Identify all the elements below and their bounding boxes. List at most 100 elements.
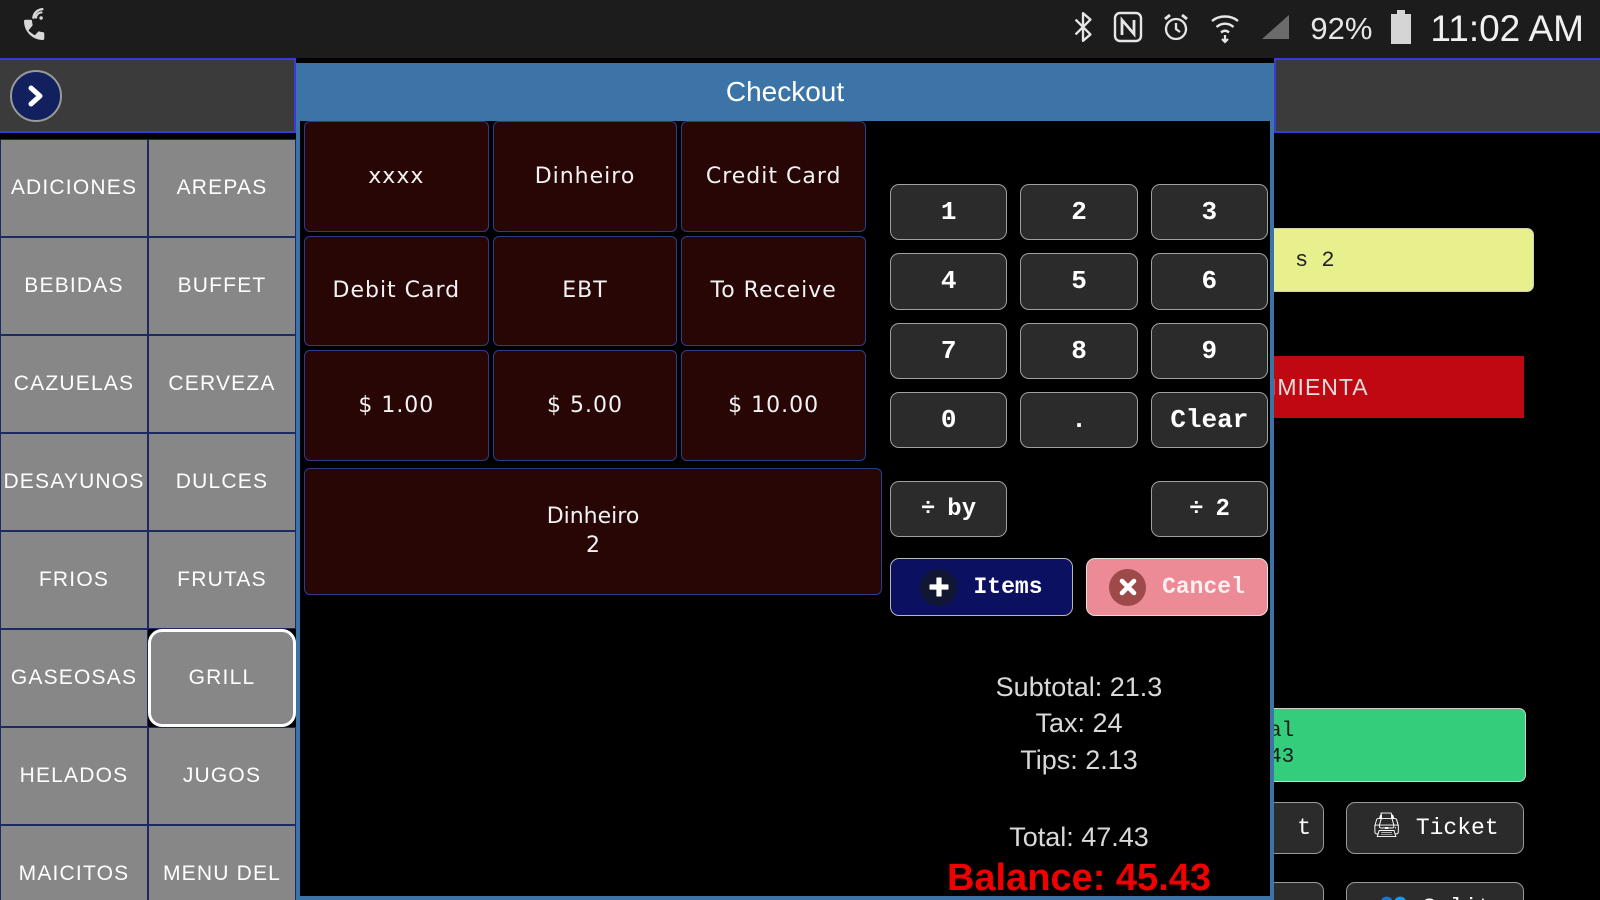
payment-button-ebt[interactable]: EBT [492, 235, 678, 347]
category-label: DULCES [175, 470, 269, 493]
key-1[interactable]: 1 [890, 184, 1008, 241]
category-label: FRUTAS [177, 568, 267, 591]
printer-icon: 🖨 [1371, 814, 1402, 841]
checkout-dialog-title: Checkout [300, 63, 1270, 121]
category-label: ADICIONES [10, 176, 138, 199]
payment-button-xxxx[interactable]: xxxx [304, 121, 489, 232]
divide-row: ÷ by ÷ 2 [890, 481, 1268, 537]
key-5[interactable]: 5 [1020, 253, 1138, 310]
payment-button-debit-card[interactable]: Debit Card [304, 235, 489, 347]
category-button-arepas[interactable]: AREPAS [148, 139, 296, 237]
key-label: 6 [1201, 266, 1218, 297]
payment-button-label: Credit Card [705, 163, 842, 189]
category-label: CERVEZA [168, 372, 276, 395]
order-line-highlight-red[interactable]: IMIENTA [1266, 356, 1524, 418]
category-panel-toolbar [0, 58, 296, 133]
category-label: DESAYUNOS [3, 470, 145, 493]
key-label: 7 [940, 335, 957, 366]
next-page-button[interactable] [10, 69, 62, 122]
key-clear[interactable]: Clear [1150, 391, 1268, 448]
divide-icon: ÷ [1189, 495, 1204, 523]
order-panel-toolbar [1274, 58, 1600, 133]
payment-button-label: $ 5.00 [547, 393, 623, 419]
divide-by-label: by [947, 495, 977, 523]
tips-label: Tips: 2.13 [1020, 744, 1138, 775]
battery-percent-label: 92% [1310, 11, 1373, 46]
payment-button-to-receive[interactable]: To Receive [681, 235, 866, 347]
subtotal-label: Subtotal: 21.3 [995, 672, 1163, 702]
category-button-helados[interactable]: HELADOS [0, 727, 148, 825]
order-total-highlight-green[interactable]: al 43 [1266, 708, 1526, 782]
category-button-grill[interactable]: GRILL [148, 629, 296, 727]
category-button-desayunos[interactable]: DESAYUNOS [0, 433, 148, 531]
items-button[interactable]: Items [890, 558, 1073, 616]
payment-button-10-dollar[interactable]: $ 10.00 [681, 350, 866, 461]
numeric-keypad: 1 2 3 4 5 6 7 8 9 0 . Clear [890, 184, 1268, 448]
key-2[interactable]: 2 [1020, 184, 1138, 241]
category-button-frutas[interactable]: FRUTAS [148, 531, 296, 629]
category-button-adiciones[interactable]: ADICIONES [0, 139, 148, 237]
payment-button-credit-card[interactable]: Credit Card [681, 121, 866, 232]
category-label: MAICITOS [18, 862, 130, 885]
key-6[interactable]: 6 [1150, 253, 1268, 310]
ticket-button[interactable]: 🖨 Ticket [1346, 802, 1524, 854]
divide-by-button[interactable]: ÷ by [890, 481, 1007, 537]
key-7[interactable]: 7 [890, 322, 1008, 379]
cancel-button[interactable]: Cancel [1086, 558, 1268, 616]
applied-payment-label: Dinheiro [546, 503, 640, 529]
payment-button-label: To Receive [710, 278, 837, 304]
key-decimal[interactable]: . [1020, 391, 1138, 448]
nfc-icon [1112, 10, 1144, 48]
category-button-cerveza[interactable]: CERVEZA [148, 335, 296, 433]
battery-icon [1388, 8, 1414, 50]
divide-2-button[interactable]: ÷ 2 [1151, 481, 1268, 537]
order-total-green-line2: 43 [1269, 746, 1295, 769]
split-button[interactable]: 👥 Split [1346, 882, 1524, 900]
category-label: GRILL [188, 666, 256, 689]
plus-icon [920, 568, 958, 606]
category-button-gaseosas[interactable]: GASEOSAS [0, 629, 148, 727]
key-9[interactable]: 9 [1150, 322, 1268, 379]
key-8[interactable]: 8 [1020, 322, 1138, 379]
wifi-icon [1208, 10, 1242, 48]
payment-button-5-dollar[interactable]: $ 5.00 [492, 350, 678, 461]
category-grid: ADICIONES AREPAS BEBIDAS BUFFET CAZUELAS… [0, 139, 296, 900]
category-button-maicitos[interactable]: MAICITOS [0, 825, 148, 900]
category-button-jugos[interactable]: JUGOS [148, 727, 296, 825]
close-icon [1109, 568, 1147, 606]
divide-2-label: 2 [1215, 495, 1230, 523]
category-button-frios[interactable]: FRIOS [0, 531, 148, 629]
category-button-bebidas[interactable]: BEBIDAS [0, 237, 148, 335]
category-button-buffet[interactable]: BUFFET [148, 237, 296, 335]
category-button-cazuelas[interactable]: CAZUELAS [0, 335, 148, 433]
key-label: 9 [1201, 335, 1218, 366]
pos-screen: 92% 11:02 AM ADICIONES AREPAS BEBIDAS BU… [0, 0, 1600, 900]
order-line-yellow-label: s 2 [1295, 247, 1335, 273]
checkout-dialog-title-label: Checkout [725, 76, 845, 107]
key-3[interactable]: 3 [1150, 184, 1268, 241]
payment-button-dinheiro[interactable]: Dinheiro [492, 121, 678, 232]
payment-button-label: $ 10.00 [728, 393, 820, 419]
category-button-menu-del[interactable]: MENU DEL [148, 825, 296, 900]
items-button-label: Items [973, 574, 1043, 600]
key-4[interactable]: 4 [890, 253, 1008, 310]
order-line-red-label: IMIENTA [1270, 373, 1369, 400]
status-bar: 92% 11:02 AM [0, 0, 1600, 58]
category-button-dulces[interactable]: DULCES [148, 433, 296, 531]
cancel-button-label: Cancel [1162, 574, 1245, 600]
key-label: . [1071, 404, 1087, 435]
category-label: CAZUELAS [13, 372, 135, 395]
payment-button-label: xxxx [368, 163, 425, 189]
key-0[interactable]: 0 [890, 391, 1008, 448]
key-label: 3 [1201, 197, 1218, 228]
tax-label: Tax: 24 [1035, 708, 1123, 739]
key-label: 5 [1071, 266, 1087, 297]
applied-payment-button[interactable]: Dinheiro 2 [304, 468, 882, 595]
balance-label: Balance: 45.43 [946, 857, 1212, 900]
order-total-green-line1: al [1269, 719, 1295, 743]
payment-button-1-dollar[interactable]: $ 1.00 [304, 350, 489, 461]
signal-icon [1258, 10, 1294, 48]
order-line-highlight-yellow[interactable]: s 2 [1266, 228, 1534, 292]
payment-button-label: EBT [562, 278, 608, 304]
totals-section: Subtotal: 21.3 Tax: 24 Tips: 2.13 Total:… [890, 669, 1268, 900]
